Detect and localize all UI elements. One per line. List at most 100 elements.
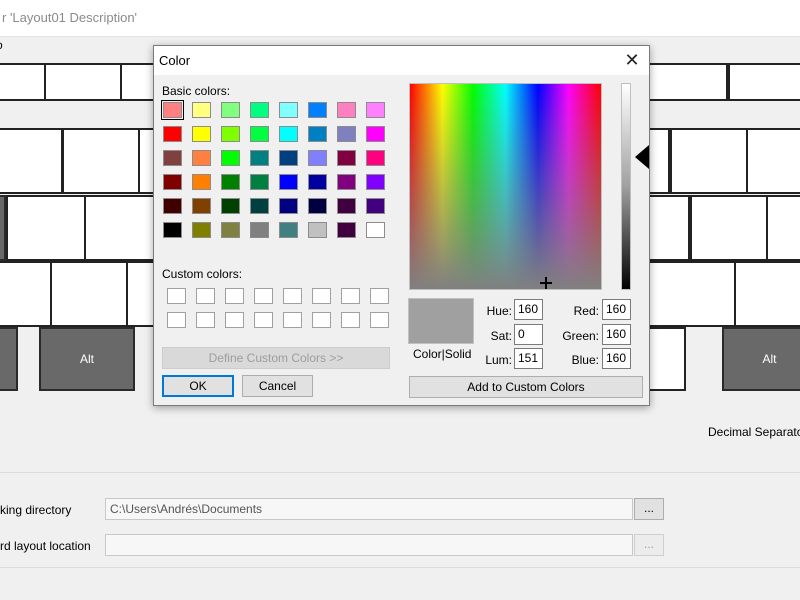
custom-color-swatch[interactable]	[196, 288, 215, 304]
basic-color-swatch[interactable]	[337, 126, 356, 142]
custom-color-swatch[interactable]	[167, 312, 186, 328]
custom-color-swatch[interactable]	[254, 312, 273, 328]
crosshair-icon[interactable]	[540, 277, 552, 289]
basic-color-swatch[interactable]	[192, 102, 211, 118]
keyboard-key[interactable]	[0, 63, 46, 101]
basic-color-swatch[interactable]	[308, 198, 327, 214]
basic-color-swatch[interactable]	[192, 150, 211, 166]
keyboard-key[interactable]	[6, 195, 86, 261]
luminosity-slider[interactable]	[621, 83, 631, 290]
basic-color-swatch[interactable]	[192, 222, 211, 238]
basic-color-swatch[interactable]	[366, 174, 385, 190]
keyboard-key[interactable]	[44, 63, 122, 101]
basic-color-swatch[interactable]	[250, 222, 269, 238]
custom-color-swatch[interactable]	[312, 288, 331, 304]
basic-color-swatch[interactable]	[279, 150, 298, 166]
basic-color-swatch[interactable]	[192, 174, 211, 190]
blue-input[interactable]: 160	[602, 348, 631, 369]
custom-color-swatch[interactable]	[225, 288, 244, 304]
custom-color-swatch[interactable]	[370, 288, 389, 304]
basic-color-swatch[interactable]	[308, 126, 327, 142]
basic-color-swatch[interactable]	[337, 102, 356, 118]
keyboard-key[interactable]	[648, 128, 670, 194]
keyboard-key[interactable]	[648, 63, 728, 101]
define-custom-colors-button[interactable]: Define Custom Colors >>	[162, 347, 390, 369]
basic-color-swatch[interactable]	[366, 198, 385, 214]
basic-color-swatch[interactable]	[279, 198, 298, 214]
close-icon[interactable]: ✕	[615, 46, 649, 75]
basic-color-swatch[interactable]	[163, 222, 182, 238]
cancel-button[interactable]: Cancel	[242, 375, 313, 397]
left-alt-key[interactable]: Alt	[39, 327, 135, 391]
keyboard-layout-location-field[interactable]	[105, 534, 633, 556]
basic-color-swatch[interactable]	[337, 222, 356, 238]
basic-color-swatch[interactable]	[366, 222, 385, 238]
right-alt-key[interactable]: Alt	[722, 327, 800, 391]
custom-color-swatch[interactable]	[196, 312, 215, 328]
keyboard-key[interactable]	[0, 327, 18, 391]
basic-color-swatch[interactable]	[279, 174, 298, 190]
hue-saturation-spectrum[interactable]	[409, 83, 602, 290]
green-input[interactable]: 160	[602, 324, 631, 345]
custom-color-swatch[interactable]	[341, 312, 360, 328]
basic-color-swatch[interactable]	[192, 198, 211, 214]
basic-color-swatch[interactable]	[279, 126, 298, 142]
basic-color-swatch[interactable]	[250, 150, 269, 166]
custom-color-swatch[interactable]	[341, 288, 360, 304]
keyboard-key[interactable]	[648, 261, 736, 327]
basic-color-swatch[interactable]	[221, 174, 240, 190]
lum-input[interactable]: 151	[514, 348, 543, 369]
basic-color-swatch[interactable]	[221, 198, 240, 214]
add-to-custom-colors-button[interactable]: Add to Custom Colors	[409, 376, 643, 398]
custom-color-swatch[interactable]	[254, 288, 273, 304]
basic-color-swatch[interactable]	[163, 198, 182, 214]
keyboard-key[interactable]	[50, 261, 128, 327]
keyboard-key[interactable]	[0, 261, 52, 327]
basic-color-swatch[interactable]	[250, 102, 269, 118]
hue-input[interactable]: 160	[514, 299, 543, 320]
basic-color-swatch[interactable]	[221, 126, 240, 142]
basic-color-swatch[interactable]	[163, 174, 182, 190]
custom-color-swatch[interactable]	[225, 312, 244, 328]
basic-color-swatch[interactable]	[250, 174, 269, 190]
custom-color-swatch[interactable]	[283, 312, 302, 328]
sat-input[interactable]: 0	[514, 324, 543, 345]
keyboard-layout-location-browse-button[interactable]: ...	[634, 534, 664, 556]
keyboard-key[interactable]	[648, 195, 690, 261]
keyboard-key[interactable]	[734, 261, 800, 327]
basic-color-swatch[interactable]	[250, 126, 269, 142]
basic-color-swatch[interactable]	[337, 198, 356, 214]
basic-color-swatch[interactable]	[308, 150, 327, 166]
basic-color-swatch[interactable]	[366, 150, 385, 166]
working-directory-browse-button[interactable]: ...	[634, 498, 664, 520]
custom-color-swatch[interactable]	[167, 288, 186, 304]
keyboard-key[interactable]	[690, 195, 768, 261]
basic-color-swatch[interactable]	[308, 102, 327, 118]
red-input[interactable]: 160	[602, 299, 631, 320]
basic-color-swatch[interactable]	[337, 174, 356, 190]
basic-color-swatch[interactable]	[163, 126, 182, 142]
basic-color-swatch[interactable]	[163, 150, 182, 166]
ok-button[interactable]: OK	[162, 375, 234, 397]
basic-color-swatch[interactable]	[279, 102, 298, 118]
basic-color-swatch[interactable]	[250, 198, 269, 214]
keyboard-key[interactable]	[746, 128, 800, 194]
keyboard-key[interactable]	[728, 63, 800, 101]
basic-color-swatch[interactable]	[221, 150, 240, 166]
basic-color-swatch[interactable]	[279, 222, 298, 238]
custom-color-swatch[interactable]	[283, 288, 302, 304]
basic-color-swatch[interactable]	[161, 100, 184, 120]
basic-color-swatch[interactable]	[366, 126, 385, 142]
basic-color-swatch[interactable]	[221, 102, 240, 118]
basic-color-swatch[interactable]	[192, 126, 211, 142]
basic-color-swatch[interactable]	[308, 222, 327, 238]
custom-color-swatch[interactable]	[312, 312, 331, 328]
working-directory-field[interactable]: C:\Users\Andrés\Documents	[105, 498, 633, 520]
keyboard-key[interactable]	[648, 327, 686, 391]
keyboard-key[interactable]	[670, 128, 748, 194]
custom-color-swatch[interactable]	[370, 312, 389, 328]
keyboard-key[interactable]	[84, 195, 160, 261]
basic-color-swatch[interactable]	[221, 222, 240, 238]
keyboard-key[interactable]	[0, 128, 63, 194]
keyboard-key[interactable]	[766, 195, 800, 261]
